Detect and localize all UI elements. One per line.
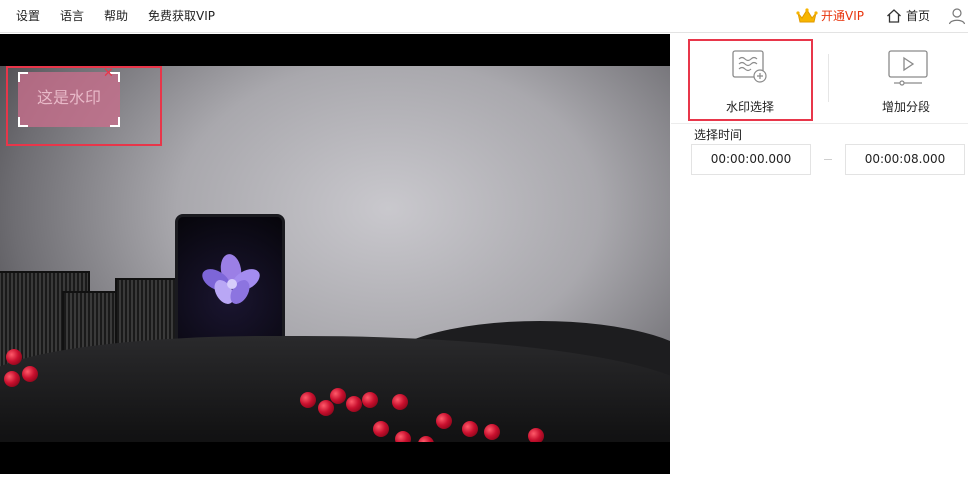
user-icon[interactable] (948, 7, 966, 25)
panel-divider (671, 123, 968, 124)
play-segment-icon (888, 50, 928, 86)
open-vip-label: 开通VIP (821, 9, 864, 23)
berry (484, 424, 500, 440)
end-time-input[interactable]: 00:00:08.000 (845, 144, 965, 175)
menu-free-vip[interactable]: 免费获取VIP (148, 0, 215, 33)
menu-help[interactable]: 帮助 (104, 0, 128, 33)
watermark-highlight-frame (6, 66, 162, 146)
crown-icon (796, 8, 818, 23)
menu-settings[interactable]: 设置 (16, 0, 40, 33)
top-menu-bar: 设置 语言 帮助 免费获取VIP 开通VIP 首页 (0, 0, 968, 33)
berry (300, 392, 316, 408)
berry (362, 392, 378, 408)
berry (318, 400, 334, 416)
add-segment-label: 增加分段 (881, 100, 930, 114)
home-icon (887, 9, 901, 23)
berry (436, 413, 452, 429)
berry (392, 394, 408, 410)
flower-wallpaper (202, 254, 260, 304)
berry (22, 366, 38, 382)
add-segment-button[interactable]: 增加分段 (846, 42, 966, 116)
home-label: 首页 (906, 9, 931, 23)
side-panel: 水印选择 增加分段 选择时间 00:00:00.000 00:00:08.000 (671, 34, 968, 484)
video-letterbox (0, 442, 670, 474)
menu-language[interactable]: 语言 (60, 0, 84, 33)
berry (4, 371, 20, 387)
tool-divider (828, 54, 829, 102)
start-time-input[interactable]: 00:00:00.000 (691, 144, 811, 175)
berry (330, 388, 346, 404)
berry (462, 421, 478, 437)
berry (346, 396, 362, 412)
berry (373, 421, 389, 437)
time-range-separator (824, 159, 832, 160)
time-section-title: 选择时间 (694, 128, 743, 142)
watermark-select-highlight-frame (688, 39, 813, 121)
berry (6, 349, 22, 365)
